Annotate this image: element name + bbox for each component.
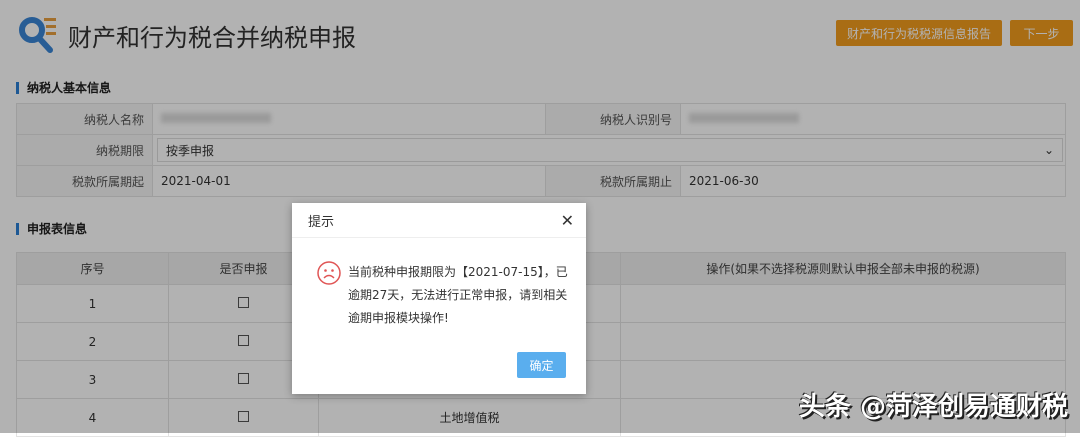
watermark: 头条 @菏泽创易通财税 [798, 392, 1068, 422]
ok-button[interactable]: 确定 [517, 352, 566, 378]
dialog-title: 提示 [308, 214, 335, 230]
dialog-message: 当前税种申报期限为【2021-07-15】，已逾期27天，无法进行正常申报，请到… [348, 265, 568, 325]
close-icon[interactable]: ✕ [561, 211, 574, 230]
sad-face-icon [317, 261, 341, 288]
alert-dialog: 提示 ✕ 当前税种申报期限为【2021-07-15】，已逾期27天，无法进行正常申… [292, 203, 586, 394]
